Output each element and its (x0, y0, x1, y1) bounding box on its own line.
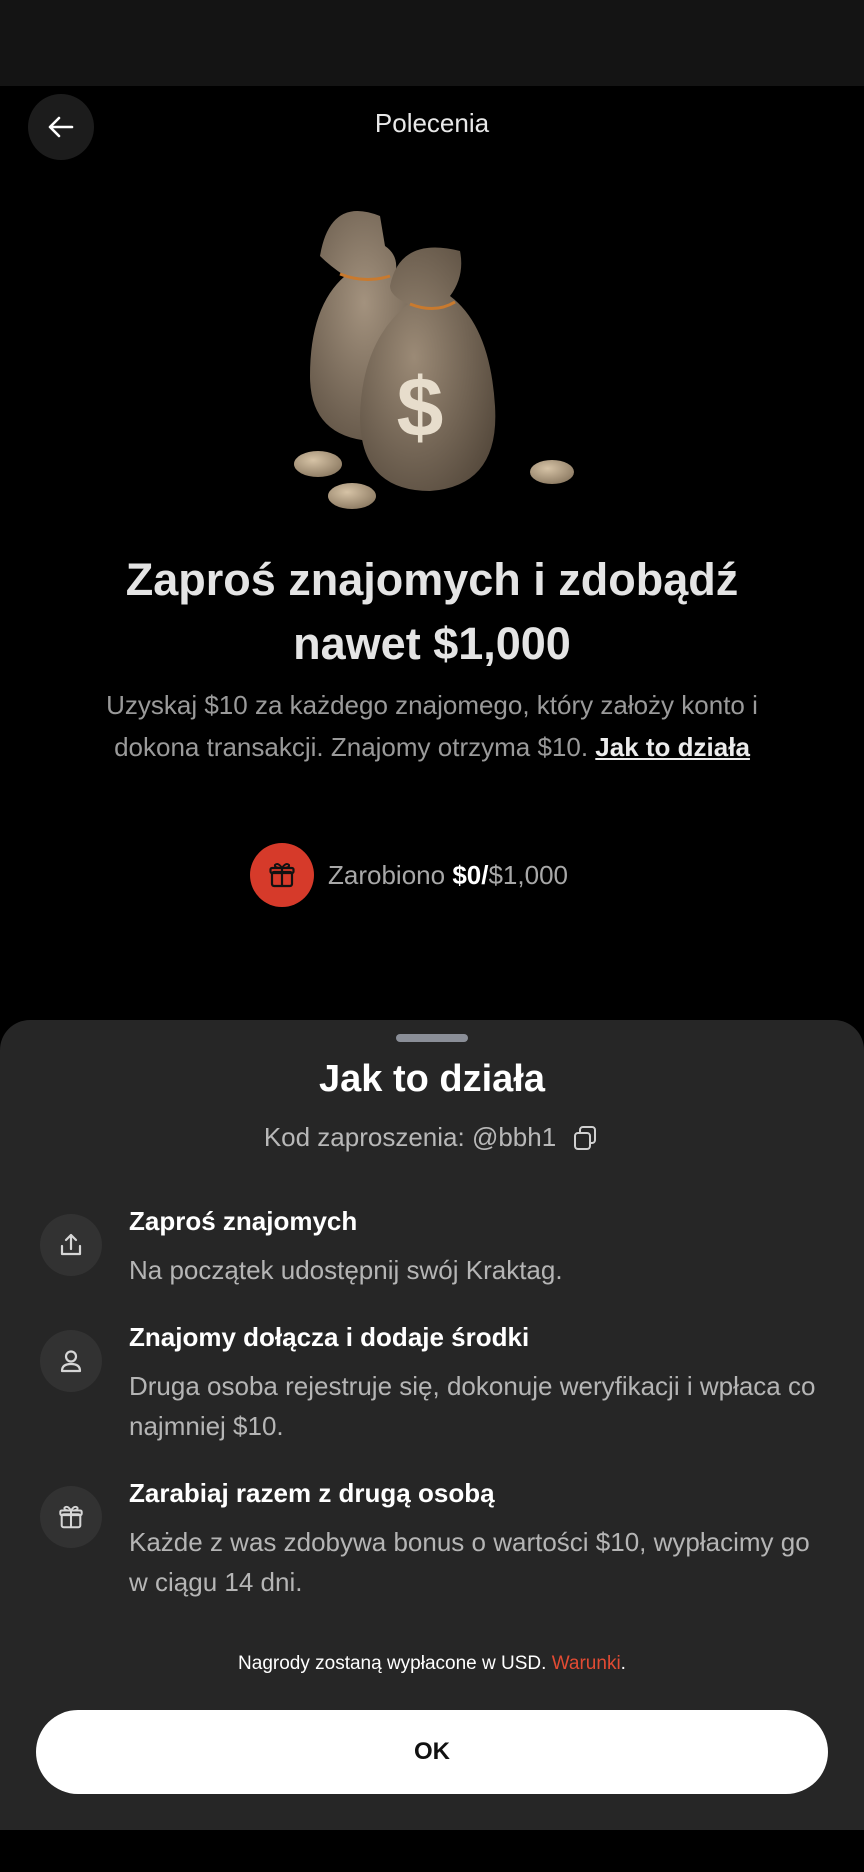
footnote-text: Nagrody zostaną wypłacone w USD. (238, 1653, 547, 1674)
step-description: Druga osoba rejestruje się, dokonuje wer… (129, 1371, 816, 1441)
headline-line-2: nawet $1,000 (293, 618, 571, 669)
description-line-1: Uzyskaj $10 za każdego znajomego, który … (106, 690, 758, 720)
step-earn-together: Zarabiaj razem z drugą osobą Każde z was… (40, 1478, 830, 1598)
how-it-works-sheet: Jak to działa Kod zaproszenia: @bbh1 Zap… (0, 1020, 864, 1830)
rewards-footnote: Nagrody zostaną wypłacone w USD. Warunki… (0, 1653, 864, 1675)
money-bags-illustration: $ (294, 211, 574, 509)
earned-amount: $0 (452, 859, 482, 890)
invite-code-label: Kod zaproszenia: @bbh1 (263, 1122, 557, 1152)
status-bar (0, 0, 864, 86)
how-it-works-link[interactable]: Jak to działa (595, 732, 750, 762)
step-title: Zarabiaj razem z drugą osobą (129, 1478, 495, 1508)
earned-text: Zarobiono $0/$1,000 (328, 860, 568, 891)
gift-icon (59, 1505, 83, 1529)
ok-button[interactable]: OK (36, 1710, 828, 1794)
gift-icon (269, 863, 295, 888)
step-friend-joins: Znajomy dołącza i dodaje środki Druga os… (40, 1322, 830, 1442)
step-description: Każde z was zdobywa bonus o wartości $10… (129, 1527, 810, 1597)
invite-code-row: Kod zaproszenia: @bbh1 (0, 1122, 864, 1153)
terms-link[interactable]: Warunki (552, 1653, 621, 1674)
page-title: Polecenia (374, 108, 490, 138)
step-icon (40, 1330, 102, 1392)
system-nav-bar (0, 1830, 864, 1872)
dollar-symbol: $ (397, 360, 444, 454)
headline-line-1: Zaproś znajomych i zdobądź (125, 554, 739, 605)
share-icon (60, 1233, 82, 1256)
step-title: Zaproś znajomych (129, 1206, 358, 1236)
step-description: Na początek udostępnij swój Kraktag. (129, 1255, 563, 1285)
earned-label: Zarobiono (328, 859, 446, 890)
copy-icon (574, 1125, 597, 1150)
person-icon (60, 1350, 82, 1373)
step-icon (40, 1486, 102, 1548)
headline: Zaproś znajomych i zdobądź nawet $1,000 (40, 548, 824, 676)
sheet-title: Jak to działa (319, 1058, 545, 1100)
footnote-end: . (620, 1653, 626, 1674)
earned-badge (250, 843, 314, 907)
copy-button[interactable] (570, 1123, 600, 1153)
step-icon (40, 1214, 102, 1276)
step-title: Znajomy dołącza i dodaje środki (129, 1322, 530, 1352)
sheet-grabber[interactable] (396, 1034, 468, 1042)
earned-progress: Zarobiono $0/$1,000 (250, 842, 568, 908)
description: Uzyskaj $10 za każdego znajomego, który … (50, 684, 814, 768)
earned-total: $1,000 (488, 859, 568, 890)
description-line-2: dokona transakcji. Znajomy otrzyma $10. (114, 732, 589, 762)
step-invite-friends: Zaproś znajomych Na początek udostępnij … (40, 1206, 830, 1286)
